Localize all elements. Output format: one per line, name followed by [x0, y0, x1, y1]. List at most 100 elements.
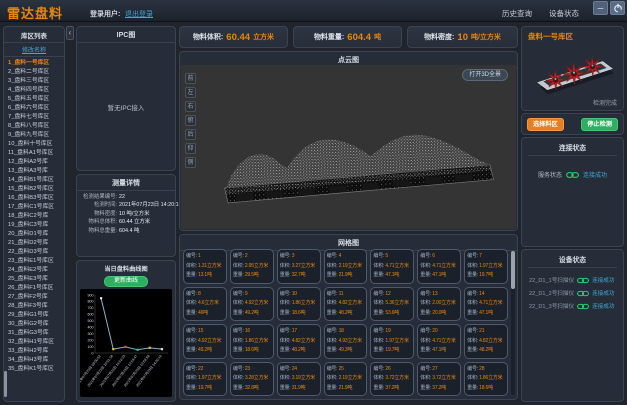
cell-volume-unit: 立方米	[488, 375, 502, 381]
storage-area-item[interactable]: 21_盘料D2号库	[8, 239, 64, 248]
storage-area-item[interactable]: 1_盘料一号库区	[8, 59, 64, 68]
cell-volume-label: 体积:	[327, 263, 338, 269]
storage-area-item[interactable]: 30_盘料G2号库	[8, 320, 64, 329]
detail-label: 物料密度:	[79, 210, 117, 218]
open-3d-button[interactable]: 打开3D全景	[462, 69, 508, 81]
storage-area-item[interactable]: 34_盘料H3号库	[8, 356, 64, 365]
detail-value: 604.4 吨	[119, 227, 139, 235]
grid-cell: 编号: 4 体积: 2.19立方米 重量: 21.9吨	[324, 249, 368, 284]
cell-id-value: 24	[292, 366, 297, 372]
cell-id-label: 编号:	[280, 291, 291, 297]
ipc-panel-title: IPC图	[77, 27, 175, 43]
storage-area-item[interactable]: 7_盘料七号库区	[8, 113, 64, 122]
cell-weight-value: 20.0	[432, 310, 441, 316]
cell-id-value: 13	[432, 291, 437, 297]
cell-volume-value: 1.31	[198, 263, 207, 269]
grid-cell: 编号: 27 体积: 3.72立方米 重量: 37.2吨	[417, 362, 461, 397]
cell-volume-label: 体积:	[280, 375, 291, 381]
cell-id-value: 26	[385, 366, 390, 372]
cell-volume-label: 体积:	[467, 300, 478, 306]
view-direction-button[interactable]: 前	[185, 73, 196, 84]
stop-detection-button[interactable]: 停止检测	[581, 118, 618, 131]
detail-row: 物料总重量: 604.4 吨	[79, 227, 173, 235]
cell-id-value: 1	[198, 253, 201, 259]
storage-area-item[interactable]: 4_盘料四号库区	[8, 86, 64, 95]
refresh-curve-button[interactable]: 更新曲线	[104, 276, 148, 287]
cell-id-value: 28	[479, 366, 484, 372]
storage-area-item[interactable]: 10_盘料十号库区	[8, 140, 64, 149]
collapse-panel-button[interactable]: ‹	[66, 26, 74, 40]
history-query-link[interactable]: 历史查询	[502, 8, 532, 19]
daily-curve-panel: 当日盘料曲线图 更新曲线 010020030040050060070080090…	[76, 260, 176, 402]
device-status-link[interactable]: 设备状态	[549, 8, 579, 19]
storage-area-item[interactable]: 28_盘料F3号库	[8, 302, 64, 311]
cell-volume-unit: 立方米	[348, 375, 362, 381]
storage-area-item[interactable]: 32_盘料H1号库区	[8, 338, 64, 347]
svg-text:500: 500	[88, 319, 94, 323]
storage-area-item[interactable]: 26_盘料F1号库区	[8, 284, 64, 293]
view-direction-button[interactable]: 后	[185, 129, 196, 140]
storage-area-item[interactable]: 9_盘料九号库区	[8, 131, 64, 140]
grid-cell: 编号: 15 体积: 4.92立方米 重量: 49.2吨	[183, 324, 227, 359]
cell-volume-unit: 立方米	[207, 338, 221, 344]
divider	[528, 155, 617, 156]
detail-value: 22	[119, 193, 125, 201]
cell-weight-value: 32.8	[245, 385, 254, 391]
cell-weight-label: 重量:	[280, 272, 291, 278]
cell-id-label: 编号:	[327, 328, 338, 334]
cell-id-label: 编号:	[280, 366, 291, 372]
storage-area-item[interactable]: 15_盘料B2号库区	[8, 185, 64, 194]
cell-volume-unit: 立方米	[254, 375, 268, 381]
storage-area-item[interactable]: 20_盘料D1号库	[8, 230, 64, 239]
device-status-card: 设备状态 22_D1_1号扫描仪 连接成功 22_D1_2号扫描仪 连接成功	[521, 249, 624, 402]
rename-area-link[interactable]: 修改名称	[4, 43, 64, 57]
storage-area-item[interactable]: 27_盘料F2号库	[8, 293, 64, 302]
cell-weight-unit: 吨	[207, 347, 212, 353]
storage-area-item[interactable]: 19_盘料C3号库	[8, 221, 64, 230]
storage-area-item[interactable]: 13_盘料A3号库	[8, 167, 64, 176]
storage-area-item[interactable]: 25_盘料E3号库	[8, 275, 64, 284]
cell-volume-unit: 立方米	[301, 375, 315, 381]
storage-area-item[interactable]: 31_盘料G3号库	[8, 329, 64, 338]
cell-weight-label: 重量:	[327, 310, 338, 316]
minimize-button[interactable]: ─	[593, 1, 608, 15]
measurement-details-title: 测量详情	[77, 175, 175, 191]
detail-value: 2021年07月23日 14:20:16	[119, 201, 182, 209]
cell-volume-value: 2.19	[339, 263, 348, 269]
cell-id-label: 编号:	[327, 253, 338, 259]
storage-area-item[interactable]: 14_盘料B1号库区	[8, 176, 64, 185]
storage-area-item[interactable]: 22_盘料D3号库	[8, 248, 64, 257]
storage-area-item[interactable]: 33_盘料H2号库	[8, 347, 64, 356]
grid-scrollbar[interactable]	[511, 251, 515, 395]
storage-area-item[interactable]: 5_盘料五号库区	[8, 95, 64, 104]
view-direction-button[interactable]: 左	[185, 87, 196, 98]
view-direction-button[interactable]: 仰	[185, 143, 196, 154]
grid-cell: 编号: 17 体积: 4.82立方米 重量: 48.2吨	[277, 324, 321, 359]
point-cloud-viewport[interactable]: 前左右俯后仰侧 打开3D全景	[181, 65, 516, 229]
logout-link[interactable]: 退出登录	[125, 9, 153, 19]
cell-weight-unit: 吨	[348, 347, 353, 353]
cell-weight-unit: 吨	[301, 385, 306, 391]
storage-area-item[interactable]: 17_盘料C1号库区	[8, 203, 64, 212]
view-direction-button[interactable]: 侧	[185, 157, 196, 168]
grid-scrollbar-thumb[interactable]	[511, 251, 515, 289]
view-direction-button[interactable]: 右	[185, 101, 196, 112]
storage-area-item[interactable]: 2_盘料二号库区	[8, 68, 64, 77]
storage-area-list: 1_盘料一号库区2_盘料二号库区3_盘料三号库区4_盘料四号库区5_盘料五号库区…	[4, 57, 64, 376]
storage-area-item[interactable]: 11_盘料A1号库区	[8, 149, 64, 158]
storage-area-item[interactable]: 18_盘料C2号库	[8, 212, 64, 221]
view-direction-button[interactable]: 俯	[185, 115, 196, 126]
cell-weight-label: 重量:	[186, 347, 197, 353]
storage-area-item[interactable]: 24_盘料E2号库	[8, 266, 64, 275]
power-button[interactable]	[610, 1, 625, 15]
storage-area-item[interactable]: 16_盘料B3号库区	[8, 194, 64, 203]
select-area-button[interactable]: 选择料区	[527, 118, 564, 131]
storage-area-item[interactable]: 12_盘料A2号库	[8, 158, 64, 167]
storage-area-item[interactable]: 6_盘料六号库区	[8, 104, 64, 113]
storage-area-item[interactable]: 29_盘料G1号库	[8, 311, 64, 320]
storage-area-item[interactable]: 8_盘料八号库区	[8, 122, 64, 131]
storage-area-item[interactable]: 23_盘料E1号库区	[8, 257, 64, 266]
storage-area-item[interactable]: 3_盘料三号库区	[8, 77, 64, 86]
storage-area-item[interactable]: 35_盘料K1号库区	[8, 365, 64, 374]
sidebar-scrollbar[interactable]	[4, 371, 7, 397]
